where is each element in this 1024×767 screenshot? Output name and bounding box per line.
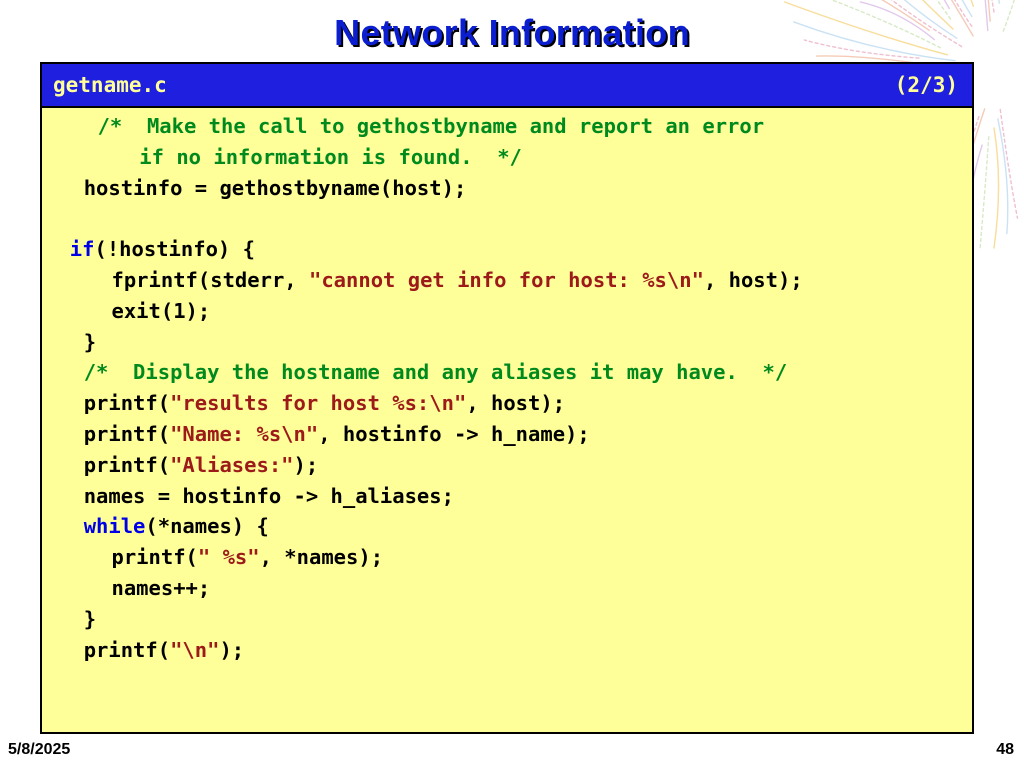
code-keyword: while (83, 514, 146, 539)
code-string: "Name: %s\n" (170, 422, 319, 446)
code-text: (!hostinfo) { (94, 237, 255, 262)
code-string: " %s" (197, 545, 260, 570)
code-text: printf( (83, 452, 171, 477)
code-string: "\n" (170, 637, 220, 662)
code-line: /* Make the call to gethostbyname and re… (98, 111, 764, 141)
code-line: names = hostinfo -> h_aliases; (84, 481, 454, 511)
code-comment: /* Make the call to gethostbyname and re… (97, 114, 765, 138)
code-text: } (83, 329, 97, 354)
code-header: getname.c (2/3) (42, 64, 972, 108)
code-line: fprintf(stderr, "cannot get info for hos… (112, 265, 803, 295)
code-string: "results for host %s:\n" (170, 391, 467, 416)
code-text: printf( (83, 637, 171, 662)
code-text: names++; (111, 576, 211, 600)
code-text: exit(1); (111, 298, 211, 323)
code-comment: /* Display the hostname and any aliases … (83, 360, 788, 385)
code-text: ); (219, 637, 245, 662)
code-line: if(!hostinfo) { (70, 234, 255, 264)
code-text: fprintf(stderr, (111, 268, 309, 292)
code-text: , host); (466, 391, 566, 416)
code-string: "cannot get info for host: %s\n" (308, 268, 704, 292)
code-text: ); (293, 452, 319, 477)
code-comment: if no information is found. */ (139, 144, 522, 169)
code-text: printf( (83, 422, 171, 446)
code-filename: getname.c (53, 73, 167, 97)
code-line: while(*names) { (84, 511, 269, 541)
code-line: printf("Aliases:"); (84, 450, 319, 480)
code-text: } (83, 606, 97, 631)
slide-title: Network Information (334, 12, 690, 53)
code-part-indicator: (2/3) (894, 73, 958, 97)
code-text: printf( (111, 545, 198, 570)
code-text: (*names) { (145, 514, 269, 539)
code-text: printf( (83, 391, 171, 416)
code-line: /* Display the hostname and any aliases … (84, 357, 788, 387)
code-text: names = hostinfo -> h_aliases; (83, 483, 454, 508)
code-line: printf("results for host %s:\n", host); (84, 388, 565, 418)
code-panel: getname.c (2/3) /* Make the call to geth… (40, 62, 974, 734)
code-text: , *names); (259, 545, 384, 570)
code-text: , host); (703, 268, 803, 292)
code-line: printf("\n"); (84, 635, 244, 665)
code-line: if no information is found. */ (139, 142, 522, 172)
code-line: printf("Name: %s\n", hostinfo -> h_name)… (84, 419, 590, 449)
slide-page-number: 48 (996, 741, 1014, 758)
code-keyword: if (69, 237, 95, 262)
code-line: hostinfo = gethostbyname(host); (84, 173, 467, 203)
code-text: hostinfo = gethostbyname(host); (83, 175, 467, 200)
code-line: names++; (112, 573, 211, 603)
slide-date: 5/8/2025 (8, 741, 71, 758)
code-line: printf(" %s", *names); (112, 542, 384, 572)
code-line: } (84, 327, 96, 357)
code-line: exit(1); (112, 296, 211, 326)
code-text: , hostinfo -> h_name); (318, 422, 590, 446)
code-line: } (84, 604, 96, 634)
code-string: "Aliases:" (170, 452, 294, 477)
